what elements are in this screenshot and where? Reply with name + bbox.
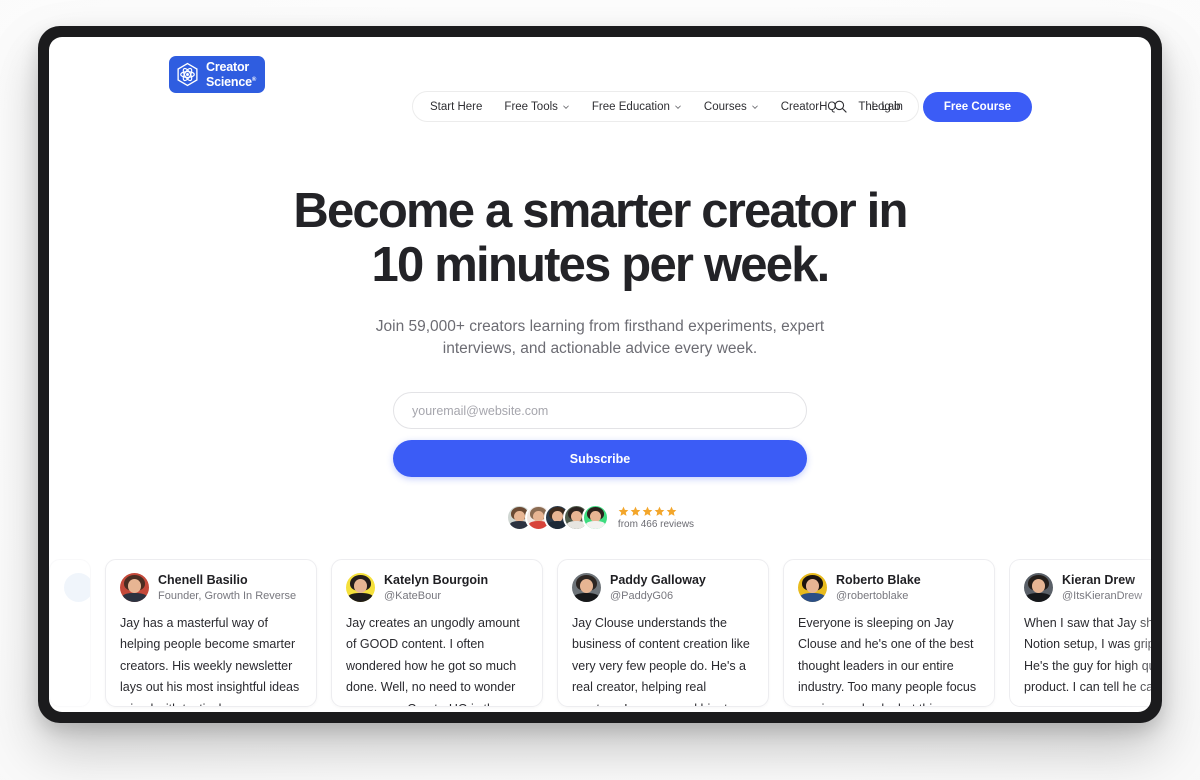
search-button[interactable] — [828, 94, 854, 120]
login-link[interactable]: Log in — [872, 101, 903, 113]
nav-label: Courses — [703, 100, 747, 113]
testimonial-header: Chenell Basilio Founder, Growth In Rever… — [120, 573, 302, 603]
atom-hexagon-icon — [177, 62, 198, 87]
testimonial-header: Katelyn Bourgoin @KateBour — [346, 573, 528, 603]
subscribe-form: Subscribe — [393, 392, 807, 477]
subscribe-button[interactable]: Subscribe — [393, 440, 807, 477]
email-input[interactable] — [393, 392, 807, 429]
site-header: Creator Science® Start Here Free Tools F… — [49, 37, 1151, 122]
nav-item-courses[interactable]: Courses — [693, 92, 770, 121]
testimonial-track: Chenell Basilio Founder, Growth In Rever… — [49, 559, 1151, 712]
reviews-count: from 466 reviews — [617, 518, 695, 530]
testimonial-quote: Jay creates an ungodly amount of GOOD co… — [346, 615, 520, 706]
testimonial-quote: When I saw that Jay shared his Notion se… — [1024, 615, 1151, 695]
nav-label: Free Education — [591, 100, 670, 113]
testimonial-author-handle: @robertoblake — [836, 589, 909, 602]
star-icon — [642, 506, 653, 516]
nav-label: Start Here — [430, 100, 483, 113]
testimonial-header: Paddy Galloway @PaddyG06 — [572, 573, 754, 603]
registered-mark: ® — [251, 76, 257, 83]
testimonial-card[interactable]: Chenell Basilio Founder, Growth In Rever… — [105, 559, 317, 707]
testimonial-author-name: Paddy Galloway — [610, 573, 706, 587]
testimonial-header — [64, 573, 90, 602]
logo-line-1: Creator — [206, 60, 250, 74]
hero-section: Become a smarter creator in 10 minutes p… — [49, 109, 1151, 531]
testimonial-author-handle: @KateBour — [384, 589, 442, 602]
star-icon — [654, 506, 665, 516]
testimonial-author-name: Roberto Blake — [836, 573, 921, 587]
avatar — [581, 504, 609, 531]
star-rating — [618, 506, 694, 517]
star-icon — [666, 506, 677, 516]
testimonial-author-name: Kieran Drew — [1062, 573, 1135, 587]
testimonial-author-handle: Founder, Growth In Reverse — [158, 589, 297, 602]
testimonial-card[interactable]: Katelyn Bourgoin @KateBour Jay creates a… — [331, 559, 543, 707]
avatar — [64, 573, 90, 602]
headline-line-1: Become a smarter creator in — [293, 184, 908, 238]
device-frame: Creator Science® Start Here Free Tools F… — [38, 26, 1162, 723]
header-actions: Log in Free Course — [828, 91, 1032, 122]
avatar — [120, 573, 149, 603]
avatar — [572, 573, 601, 603]
testimonial-quote: Jay has a masterful way of helping peopl… — [120, 615, 301, 706]
avatar — [346, 573, 375, 603]
social-proof: from 466 reviews — [49, 504, 1151, 531]
star-icon — [630, 506, 641, 516]
free-course-button[interactable]: Free Course — [922, 91, 1032, 122]
testimonial-header: Roberto Blake @robertoblake — [798, 573, 980, 603]
nav-item-start-here[interactable]: Start Here — [419, 92, 493, 121]
logo-line-2: Science — [206, 74, 252, 89]
rating-block: from 466 reviews — [618, 506, 694, 530]
testimonial-author-handle: @PaddyG06 — [610, 589, 674, 602]
chevron-down-icon — [751, 105, 758, 109]
testimonial-card[interactable]: Roberto Blake @robertoblake Everyone is … — [783, 559, 995, 707]
nav-label: Free Tools — [504, 100, 558, 113]
testimonial-card[interactable]: Kieran Drew @ItsKieranDrew When I saw th… — [1009, 559, 1151, 707]
testimonial-quote: Everyone is sleeping on Jay Clouse and h… — [798, 615, 977, 706]
site-logo[interactable]: Creator Science® — [169, 56, 266, 94]
page-backdrop: Creator Science® Start Here Free Tools F… — [0, 0, 1200, 780]
logo-wordmark: Creator Science® — [206, 61, 256, 88]
headline-line-2: 10 minutes per week. — [371, 238, 831, 292]
star-icon — [618, 506, 629, 516]
nav-item-free-tools[interactable]: Free Tools — [493, 92, 580, 121]
search-icon — [834, 100, 847, 113]
avatar — [1024, 573, 1053, 603]
chevron-down-icon — [563, 105, 569, 109]
reviewer-avatars — [505, 504, 609, 531]
hero-subheadline: Join 59,000+ creators learning from firs… — [375, 318, 825, 357]
testimonial-author-name: Chenell Basilio — [158, 573, 248, 587]
testimonial-card-partial[interactable] — [49, 559, 91, 707]
nav-item-free-education[interactable]: Free Education — [581, 92, 693, 121]
avatar — [798, 573, 827, 603]
testimonial-carousel[interactable]: Chenell Basilio Founder, Growth In Rever… — [49, 559, 1151, 712]
testimonial-quote: Jay Clouse understands the business of c… — [572, 615, 750, 706]
testimonial-header: Kieran Drew @ItsKieranDrew — [1024, 573, 1151, 603]
browser-viewport: Creator Science® Start Here Free Tools F… — [49, 37, 1151, 712]
testimonial-card[interactable]: Paddy Galloway @PaddyG06 Jay Clouse unde… — [557, 559, 769, 707]
testimonial-author-name: Katelyn Bourgoin — [384, 573, 489, 587]
page-title: Become a smarter creator in 10 minutes p… — [49, 187, 1151, 290]
testimonial-author-handle: @ItsKieranDrew — [1062, 589, 1143, 602]
chevron-down-icon — [675, 105, 681, 109]
